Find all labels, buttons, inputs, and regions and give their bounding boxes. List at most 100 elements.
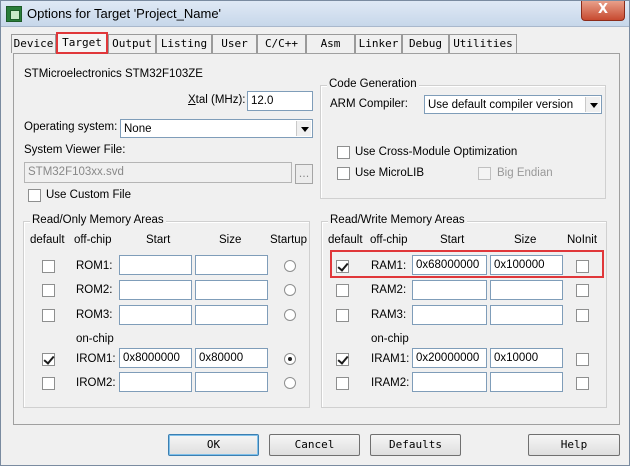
xtal-input[interactable]: 12.0 bbox=[247, 91, 313, 111]
code-generation-title: Code Generation bbox=[327, 78, 419, 90]
rom2-default-checkbox[interactable] bbox=[42, 284, 55, 297]
rom1-startup-radio[interactable] bbox=[284, 260, 296, 272]
system-viewer-input[interactable]: STM32F103xx.svd bbox=[24, 162, 292, 183]
ram2-noinit-checkbox[interactable] bbox=[576, 284, 589, 297]
tab-asm[interactable]: Asm bbox=[306, 34, 355, 53]
ram3-default-checkbox[interactable] bbox=[336, 309, 349, 322]
rw-header-size: Size bbox=[514, 234, 537, 246]
arm-compiler-select[interactable]: Use default compiler version bbox=[424, 95, 602, 114]
tab-linker[interactable]: Linker bbox=[355, 34, 402, 53]
rw-header-start: Start bbox=[440, 234, 465, 246]
ram3-start-input[interactable] bbox=[412, 305, 487, 325]
target-panel: STMicroelectronics STM32F103ZE Xtal (MHz… bbox=[13, 53, 620, 425]
chevron-down-icon[interactable] bbox=[585, 97, 600, 112]
rw-header-offchip: off-chip bbox=[370, 234, 408, 246]
xtal-label: Xtal (MHz): bbox=[188, 94, 246, 106]
arm-compiler-value: Use default compiler version bbox=[428, 99, 574, 111]
rw-header-noinit: NoInit bbox=[567, 234, 598, 246]
ram3-label: RAM3: bbox=[371, 309, 407, 321]
irom1-size-input[interactable]: 0x80000 bbox=[195, 348, 268, 368]
irom2-start-input[interactable] bbox=[119, 372, 192, 392]
ok-button[interactable]: OK bbox=[168, 434, 259, 456]
iram2-noinit-checkbox[interactable] bbox=[576, 377, 589, 390]
readwrite-memory-title: Read/Write Memory Areas bbox=[328, 214, 467, 226]
operating-system-select[interactable]: None bbox=[120, 119, 313, 138]
ro-header-offchip: off-chip bbox=[74, 234, 112, 246]
tab-target[interactable]: Target bbox=[56, 32, 108, 54]
ram2-start-input[interactable] bbox=[412, 280, 487, 300]
title-bar[interactable]: Options for Target 'Project_Name' X bbox=[1, 1, 629, 27]
rom2-label: ROM2: bbox=[76, 284, 113, 296]
system-viewer-label: System Viewer File: bbox=[24, 144, 126, 156]
tab-device[interactable]: Device bbox=[11, 34, 56, 53]
rom1-default-checkbox[interactable] bbox=[42, 260, 55, 273]
microlib-checkbox[interactable] bbox=[337, 167, 350, 180]
ro-header-size: Size bbox=[219, 234, 242, 246]
rw-header-default: default bbox=[328, 234, 363, 246]
defaults-button[interactable]: Defaults bbox=[370, 434, 461, 456]
irom1-start-input[interactable]: 0x8000000 bbox=[119, 348, 192, 368]
close-button[interactable]: X bbox=[581, 1, 625, 21]
options-dialog: Options for Target 'Project_Name' X Devi… bbox=[0, 0, 630, 466]
rom2-size-input[interactable] bbox=[195, 280, 268, 300]
ram1-highlight-box bbox=[330, 250, 604, 278]
browse-button[interactable]: ... bbox=[295, 164, 313, 184]
irom1-startup-radio[interactable] bbox=[284, 353, 296, 365]
readonly-memory-title: Read/Only Memory Areas bbox=[30, 214, 166, 226]
use-custom-file-label: Use Custom File bbox=[46, 189, 131, 201]
cross-module-checkbox[interactable] bbox=[337, 146, 350, 159]
rom3-start-input[interactable] bbox=[119, 305, 192, 325]
arm-compiler-label: ARM Compiler: bbox=[330, 98, 408, 110]
ro-header-default: default bbox=[30, 234, 65, 246]
rom3-default-checkbox[interactable] bbox=[42, 309, 55, 322]
ram3-size-input[interactable] bbox=[490, 305, 563, 325]
tab-utilities[interactable]: Utilities bbox=[449, 34, 517, 53]
iram2-default-checkbox[interactable] bbox=[336, 377, 349, 390]
iram1-noinit-checkbox[interactable] bbox=[576, 353, 589, 366]
ram2-default-checkbox[interactable] bbox=[336, 284, 349, 297]
cancel-button[interactable]: Cancel bbox=[269, 434, 360, 456]
iram1-start-input[interactable]: 0x20000000 bbox=[412, 348, 487, 368]
iram1-label: IRAM1: bbox=[371, 353, 410, 365]
tab-bar: Device Target Output Listing User C/C++ … bbox=[11, 32, 621, 54]
iram2-label: IRAM2: bbox=[371, 377, 410, 389]
operating-system-value: None bbox=[124, 123, 152, 135]
use-custom-file-checkbox[interactable] bbox=[28, 189, 41, 202]
rom2-startup-radio[interactable] bbox=[284, 284, 296, 296]
help-button[interactable]: Help bbox=[528, 434, 620, 456]
big-endian-label: Big Endian bbox=[497, 167, 553, 179]
rom1-start-input[interactable] bbox=[119, 255, 192, 275]
ram3-noinit-checkbox[interactable] bbox=[576, 309, 589, 322]
irom1-default-checkbox[interactable] bbox=[42, 353, 55, 366]
tab-listing[interactable]: Listing bbox=[156, 34, 212, 53]
irom1-label: IROM1: bbox=[76, 353, 116, 365]
iram2-size-input[interactable] bbox=[490, 372, 563, 392]
close-icon: X bbox=[597, 2, 609, 17]
iram1-size-input[interactable]: 0x10000 bbox=[490, 348, 563, 368]
ro-onchip-label: on-chip bbox=[76, 333, 114, 345]
rom1-size-input[interactable] bbox=[195, 255, 268, 275]
tab-debug[interactable]: Debug bbox=[402, 34, 449, 53]
rom3-startup-radio[interactable] bbox=[284, 309, 296, 321]
tab-output[interactable]: Output bbox=[108, 34, 156, 53]
ram2-size-input[interactable] bbox=[490, 280, 563, 300]
keil-app-icon bbox=[6, 6, 22, 22]
window-title: Options for Target 'Project_Name' bbox=[27, 6, 222, 21]
irom2-label: IROM2: bbox=[76, 377, 116, 389]
tab-c-cpp[interactable]: C/C++ bbox=[257, 34, 306, 53]
iram2-start-input[interactable] bbox=[412, 372, 487, 392]
chevron-down-icon[interactable] bbox=[296, 121, 311, 136]
iram1-default-checkbox[interactable] bbox=[336, 353, 349, 366]
rom3-label: ROM3: bbox=[76, 309, 113, 321]
irom2-startup-radio[interactable] bbox=[284, 377, 296, 389]
tab-user[interactable]: User bbox=[212, 34, 257, 53]
big-endian-checkbox[interactable] bbox=[478, 167, 491, 180]
irom2-default-checkbox[interactable] bbox=[42, 377, 55, 390]
readonly-memory-group: Read/Only Memory Areas default off-chip … bbox=[23, 214, 310, 408]
rom3-size-input[interactable] bbox=[195, 305, 268, 325]
ro-header-startup: Startup bbox=[270, 234, 308, 246]
ro-header-start: Start bbox=[146, 234, 171, 246]
rom2-start-input[interactable] bbox=[119, 280, 192, 300]
irom2-size-input[interactable] bbox=[195, 372, 268, 392]
cross-module-label: Use Cross-Module Optimization bbox=[355, 146, 518, 158]
